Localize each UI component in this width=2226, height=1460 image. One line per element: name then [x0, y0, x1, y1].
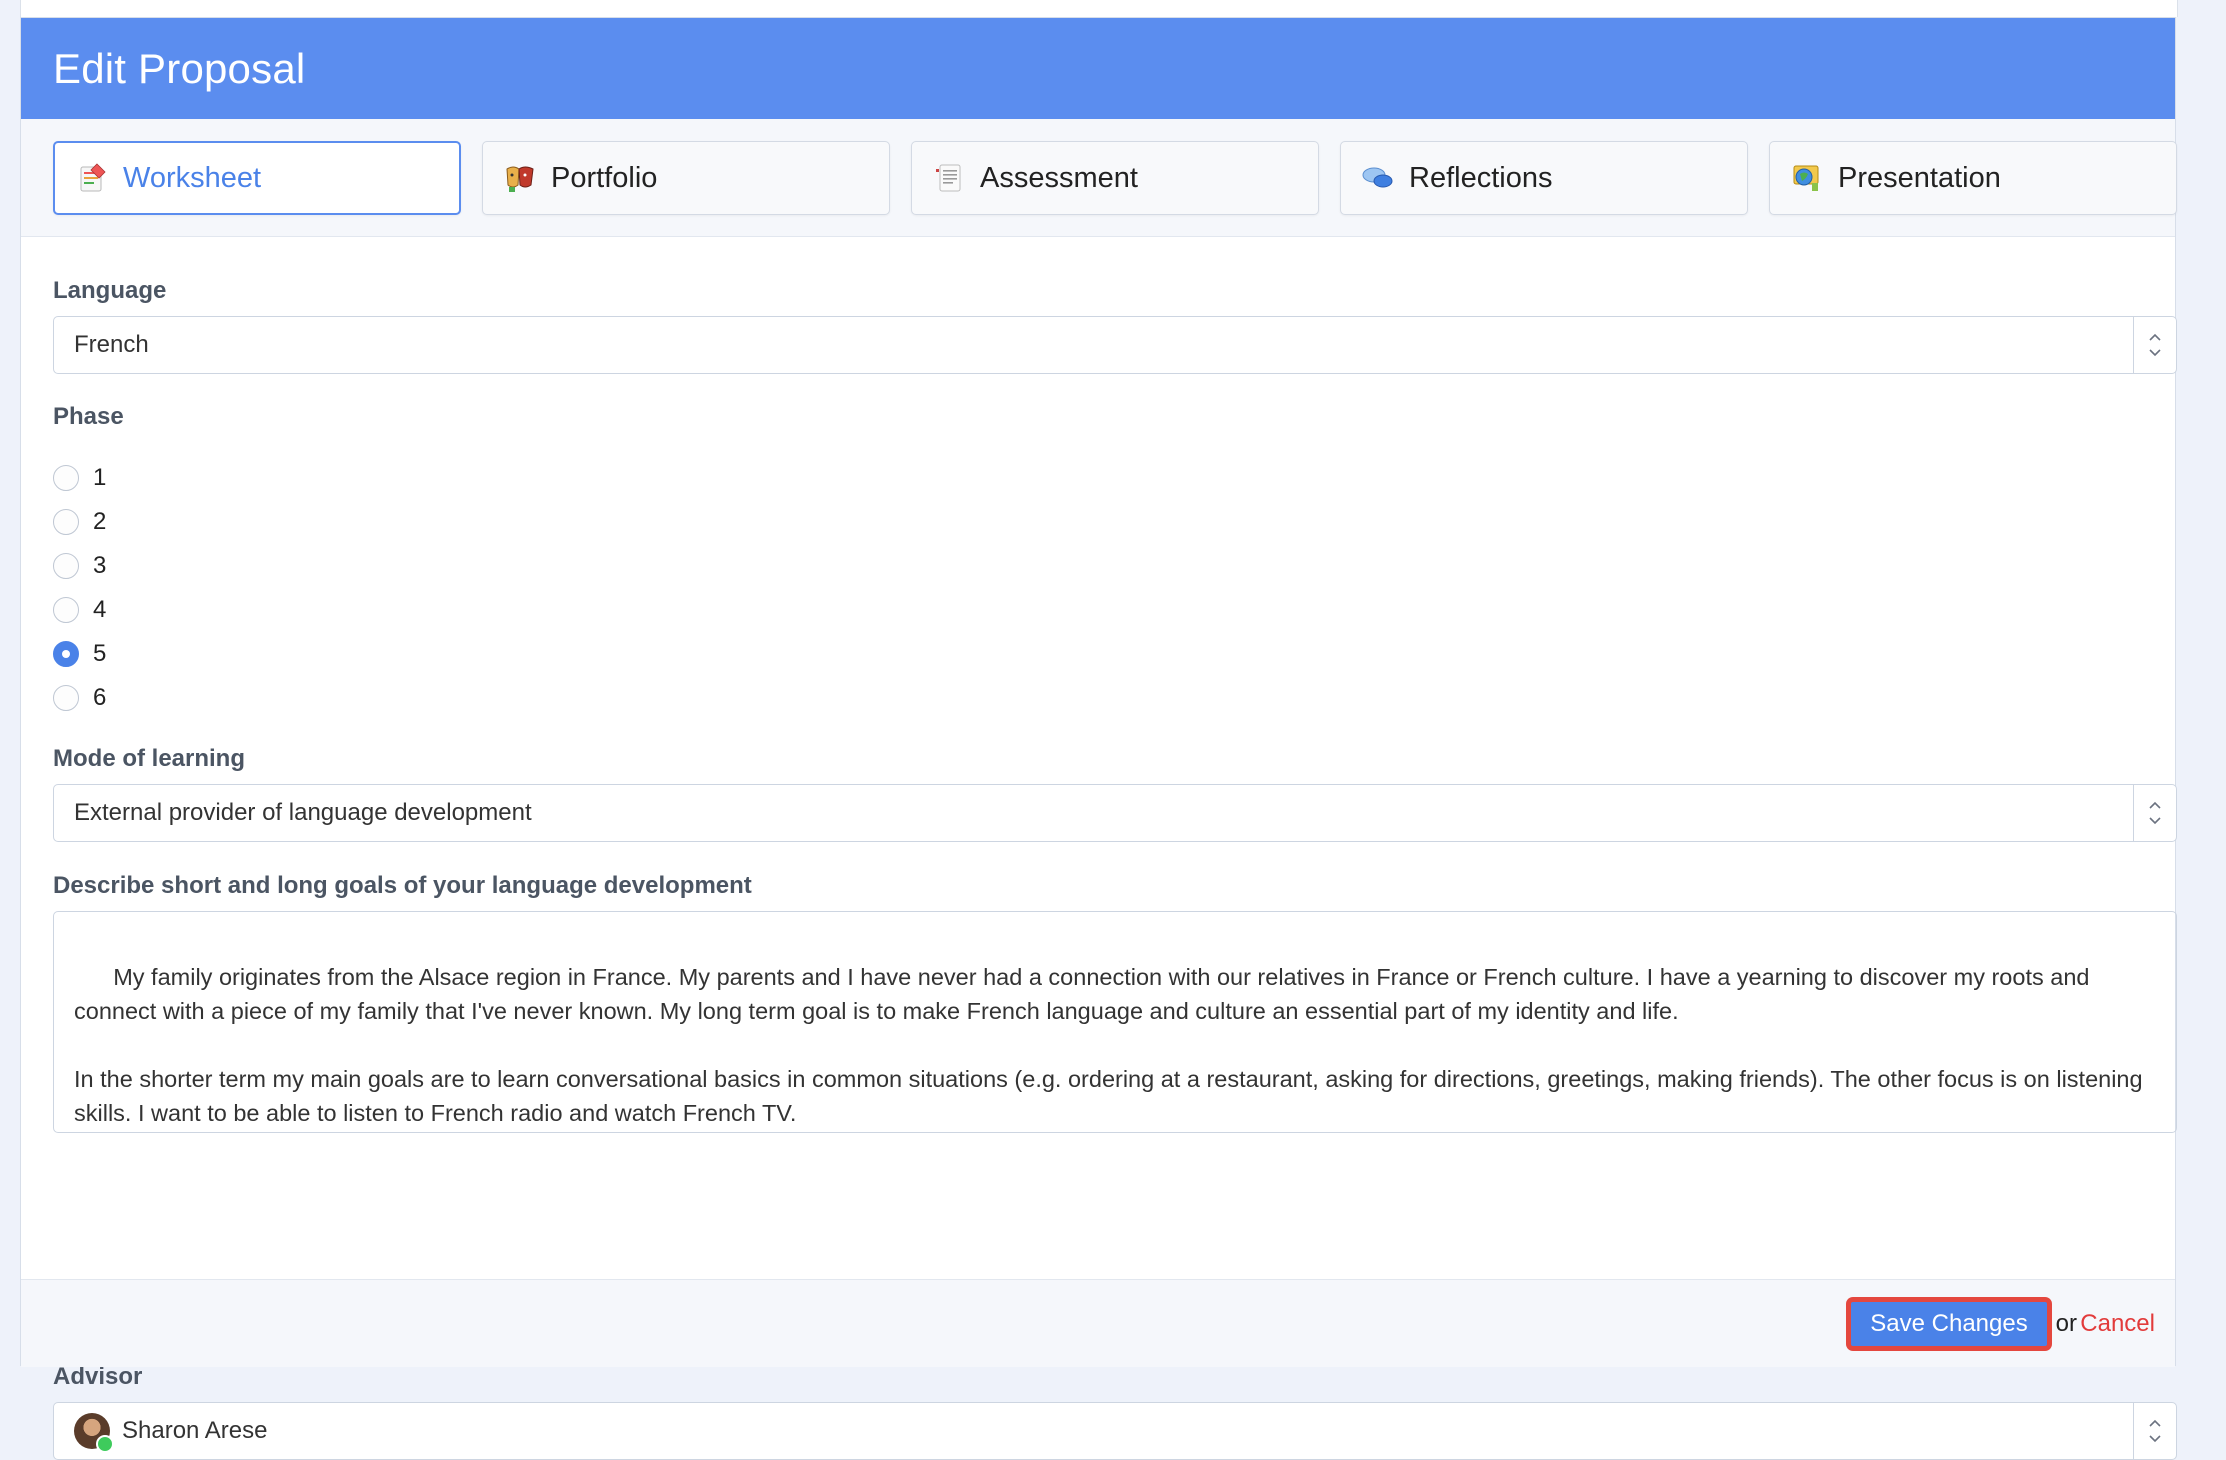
radio-button[interactable] [53, 597, 79, 623]
tab-portfolio[interactable]: Portfolio [482, 141, 890, 215]
mode-label: Mode of learning [53, 745, 245, 772]
worksheet-icon [75, 161, 109, 195]
advisor-select[interactable]: Sharon Arese [53, 1402, 2177, 1460]
tab-reflections[interactable]: Reflections [1340, 141, 1748, 215]
or-text: or [2055, 1310, 2077, 1337]
phase-option-6[interactable]: 6 [53, 684, 106, 712]
goals-label: Describe short and long goals of your la… [53, 872, 752, 899]
phase-option-label: 5 [93, 640, 107, 667]
phase-option-2[interactable]: 2 [53, 508, 106, 536]
mode-value: External provider of language developmen… [74, 799, 532, 826]
dialog-title: Edit Proposal [53, 44, 306, 92]
tab-presentation[interactable]: Presentation [1769, 141, 2177, 215]
phase-option-4[interactable]: 4 [53, 596, 106, 624]
resize-handle-icon[interactable] [2158, 1114, 2172, 1128]
tab-reflections-label: Reflections [1409, 161, 1553, 194]
phase-option-label: 4 [93, 596, 107, 623]
avatar [74, 1413, 114, 1453]
background-window-strip [20, 0, 2178, 17]
radio-button[interactable] [53, 465, 79, 491]
chevron-updown-icon [2133, 1403, 2176, 1459]
mode-select[interactable]: External provider of language developmen… [53, 784, 2177, 842]
radio-button[interactable] [53, 553, 79, 579]
portfolio-icon [503, 161, 537, 195]
phase-option-5[interactable]: 5 [53, 640, 106, 668]
phase-option-label: 3 [93, 552, 107, 579]
advisor-value: Sharon Arese [122, 1417, 268, 1444]
tab-assessment[interactable]: Assessment [911, 141, 1319, 215]
chevron-updown-icon [2133, 785, 2176, 841]
reflections-icon [1361, 161, 1395, 195]
presentation-icon [1790, 161, 1824, 195]
tab-worksheet[interactable]: Worksheet [53, 141, 461, 215]
tab-bar: Worksheet Portfolio Assessment Reflectio… [21, 119, 2177, 237]
goals-textarea[interactable]: My family originates from the Alsace reg… [53, 911, 2177, 1133]
advisor-label: Advisor [53, 1363, 143, 1390]
tab-presentation-label: Presentation [1838, 161, 2001, 194]
tab-portfolio-label: Portfolio [551, 161, 658, 194]
online-status-icon [96, 1435, 114, 1453]
dialog-footer: Save Changes or Cancel [21, 1279, 2175, 1367]
cancel-link[interactable]: Cancel [2080, 1310, 2155, 1338]
tab-worksheet-label: Worksheet [123, 161, 262, 194]
assessment-icon [932, 161, 966, 195]
chevron-updown-icon [2133, 317, 2176, 373]
phase-option-3[interactable]: 3 [53, 552, 106, 580]
save-changes-button[interactable]: Save Changes [1847, 1298, 2051, 1350]
language-select[interactable]: French [53, 316, 2177, 374]
edit-proposal-dialog: Edit Proposal Worksheet Portfolio Assess… [20, 17, 2177, 1460]
phase-label: Phase [53, 403, 124, 430]
dialog-header: Edit Proposal [21, 18, 2175, 119]
tab-assessment-label: Assessment [980, 161, 1138, 194]
radio-button[interactable] [53, 685, 79, 711]
phase-option-label: 2 [93, 508, 107, 535]
phase-option-label: 6 [93, 684, 107, 711]
radio-button[interactable] [53, 509, 79, 535]
goals-text: My family originates from the Alsace reg… [74, 964, 2143, 1126]
language-label: Language [53, 277, 167, 304]
phase-option-1[interactable]: 1 [53, 464, 106, 492]
language-value: French [74, 331, 149, 358]
radio-button-selected[interactable] [53, 641, 79, 667]
phase-option-label: 1 [93, 464, 107, 491]
